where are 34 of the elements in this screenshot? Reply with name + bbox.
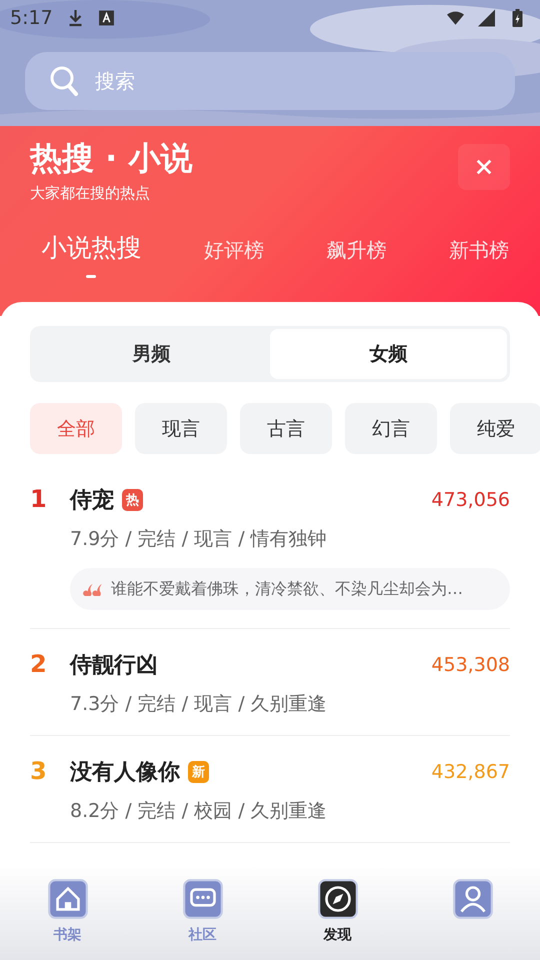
search-count: 432,867 <box>431 761 510 783</box>
category-chip[interactable]: 纯爱 <box>450 403 540 454</box>
search-field[interactable]: 搜索 <box>25 52 515 110</box>
signal-icon <box>478 9 495 27</box>
tag-badge: 热 <box>122 489 143 511</box>
category-chip[interactable]: 现言 <box>135 403 227 454</box>
book-info: 7.9分 / 完结 / 现言 / 情有独钟 <box>70 527 328 552</box>
panel-subtitle: 大家都在搜的热点 <box>30 184 151 203</box>
gender-tab[interactable]: 男频 <box>33 329 270 379</box>
book-title[interactable]: 侍靓行凶 <box>70 650 158 680</box>
rank-number: 2 <box>30 649 48 680</box>
book-info: 7.3分 / 完结 / 现言 / 久别重逢 <box>70 692 328 717</box>
download-icon <box>66 9 84 27</box>
category-chip[interactable]: 幻言 <box>345 403 437 454</box>
gender-tab[interactable]: 女频 <box>270 329 507 379</box>
quote-icon <box>82 582 103 596</box>
search-count: 453,308 <box>431 654 510 676</box>
book-title[interactable]: 没有人像你 <box>70 757 180 787</box>
rank-number: 1 <box>30 484 48 515</box>
close-button[interactable] <box>458 144 510 190</box>
nav-label[interactable]: 发现 <box>324 926 352 944</box>
category-chip[interactable]: 古言 <box>240 403 332 454</box>
status-time: 5:17 <box>10 7 53 29</box>
book-title[interactable]: 侍宠 <box>70 485 114 515</box>
tag-badge: 新 <box>188 761 209 783</box>
close-icon <box>475 158 493 176</box>
search-icon <box>49 65 79 97</box>
keyboard-icon <box>98 9 115 27</box>
rank-number: 3 <box>30 756 48 787</box>
panel-title: 热搜 · 小说 <box>30 138 194 178</box>
wifi-icon <box>447 9 464 27</box>
search-count: 473,056 <box>431 489 510 511</box>
quote-text: 谁能不爱戴着佛珠，清冷禁欲、不染凡尘却会为… <box>111 578 463 600</box>
book-info: 8.2分 / 完结 / 校园 / 久别重逢 <box>70 799 328 824</box>
